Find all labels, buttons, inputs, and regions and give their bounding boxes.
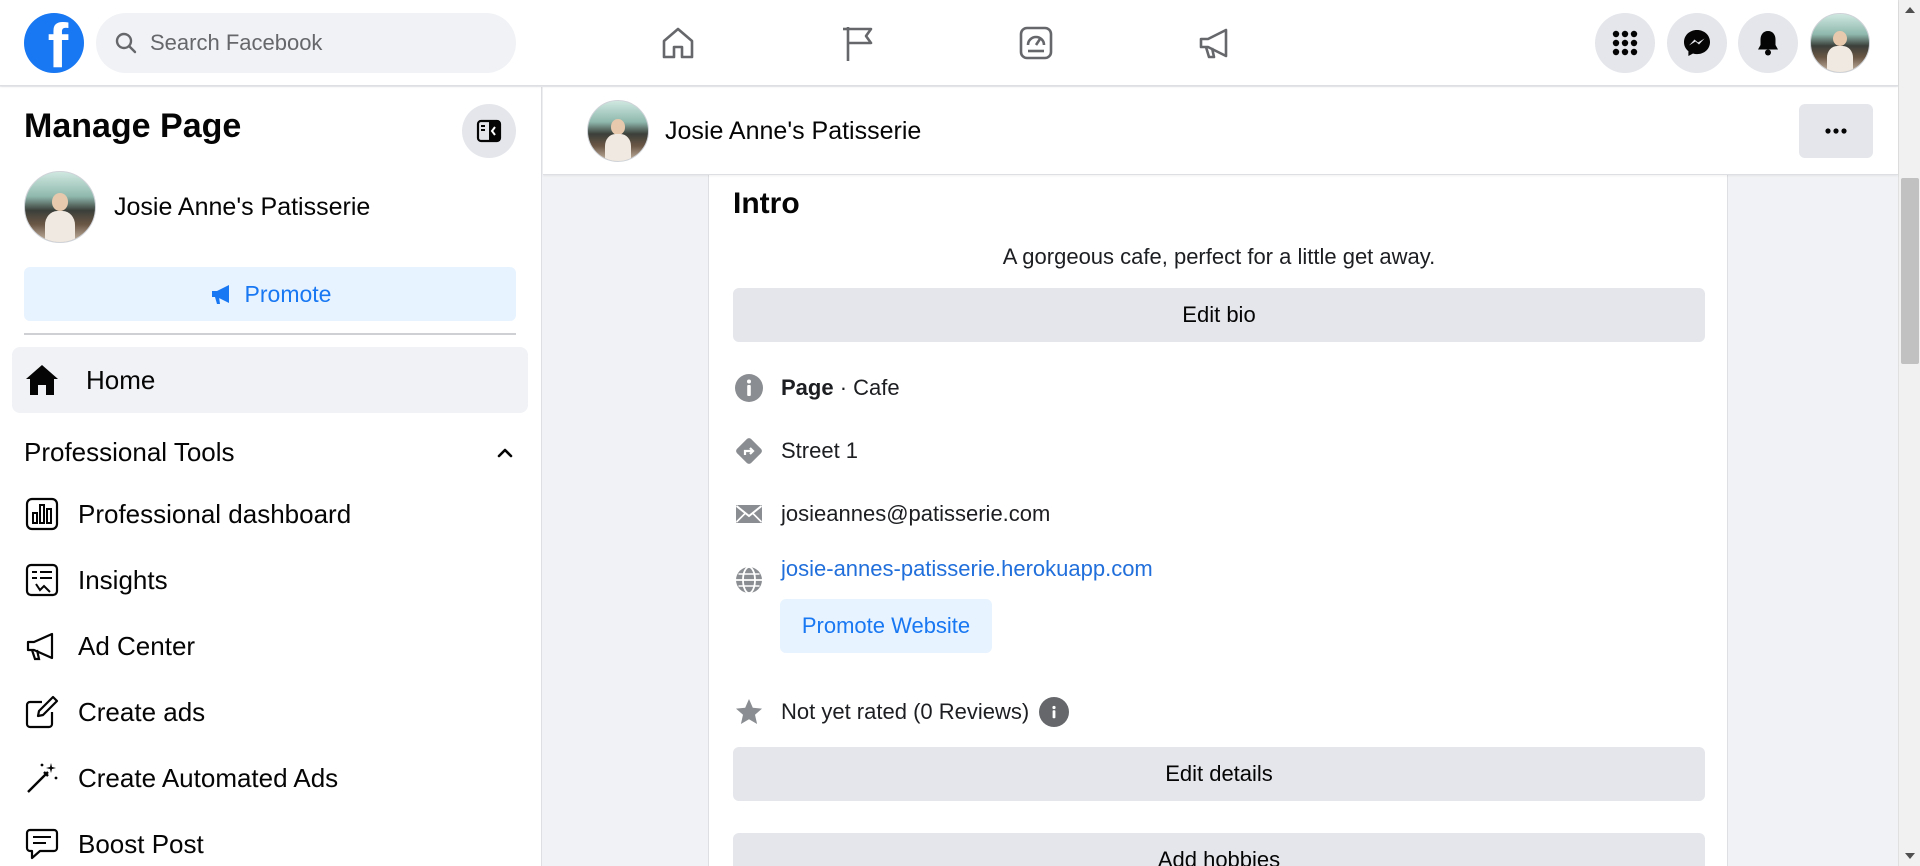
edit-details-label: Edit details — [1165, 761, 1273, 786]
sidebar-item-label: Create ads — [78, 696, 206, 727]
category-separator: · — [833, 375, 854, 400]
add-hobbies-button[interactable]: Add hobbies — [733, 833, 1705, 866]
manage-page-sidebar: Manage Page Josie Anne's Patisserie Prom… — [0, 87, 542, 866]
page-header-avatar[interactable] — [587, 100, 649, 162]
top-navigation-bar: f — [0, 0, 1898, 86]
more-icon — [1825, 128, 1847, 134]
more-options-button[interactable] — [1799, 104, 1873, 158]
home-nav-button[interactable] — [653, 18, 703, 68]
facebook-logo[interactable]: f — [24, 13, 84, 73]
sidebar-divider — [24, 333, 516, 335]
home-icon — [26, 365, 58, 395]
account-avatar[interactable] — [1810, 13, 1870, 73]
insights-icon — [25, 563, 59, 597]
directions-icon — [733, 435, 765, 467]
intro-card: Intro A gorgeous cafe, perfect for a lit… — [708, 160, 1728, 866]
website-link[interactable]: josie-annes-patisserie.herokuapp.com — [781, 556, 1153, 582]
sidebar-item-label: Home — [86, 364, 156, 395]
page-avatar — [24, 171, 96, 243]
scroll-down-arrow[interactable] — [1899, 846, 1920, 866]
info-icon — [733, 372, 765, 404]
sidebar-item-boost-post[interactable]: Boost Post — [24, 819, 204, 866]
promote-website-button[interactable]: Promote Website — [780, 599, 992, 653]
rating-row: Not yet rated (0 Reviews) — [733, 696, 1070, 728]
promote-button[interactable]: Promote — [24, 267, 516, 321]
insights-dashboard-icon — [1019, 26, 1053, 60]
magic-wand-icon — [27, 763, 58, 793]
scroll-up-arrow[interactable] — [1899, 0, 1920, 20]
messenger-icon — [1684, 30, 1710, 56]
star-icon — [733, 696, 765, 728]
promote-website-label: Promote Website — [801, 613, 971, 638]
edit-bio-button[interactable]: Edit bio — [733, 288, 1705, 342]
sidebar-item-insights[interactable]: Insights — [24, 555, 168, 605]
edit-details-button[interactable]: Edit details — [733, 747, 1705, 801]
envelope-icon — [733, 498, 765, 530]
search-input[interactable] — [150, 30, 490, 56]
add-hobbies-label: Add hobbies — [1157, 847, 1281, 866]
rating-info-icon[interactable] — [1039, 697, 1070, 727]
intro-title: Intro — [733, 187, 800, 220]
menu-button[interactable] — [1595, 13, 1655, 73]
sidebar-item-ad-center[interactable]: Ad Center — [24, 621, 195, 671]
page-scrollbar[interactable] — [1898, 0, 1920, 866]
category-value: Cafe — [853, 375, 900, 400]
page-header: Josie Anne's Patisserie — [543, 87, 1898, 175]
sidebar-item-create-automated-ads[interactable]: Create Automated Ads — [24, 753, 338, 803]
megaphone-icon — [211, 285, 229, 304]
address-row: Street 1 — [733, 435, 858, 467]
website-row: josie-annes-patisserie.herokuapp.com — [733, 556, 1153, 596]
scroll-thumb[interactable] — [1901, 178, 1919, 364]
sidebar-item-label: Professional dashboard — [78, 498, 352, 529]
messenger-button[interactable] — [1667, 13, 1727, 73]
rating-text: Not yet rated (0 Reviews) — [781, 699, 1030, 724]
collapse-sidebar-button[interactable] — [462, 104, 516, 158]
search-box[interactable] — [96, 13, 516, 73]
sidebar-toggle-icon — [476, 119, 502, 143]
megaphone-icon — [26, 632, 54, 661]
sidebar-item-home[interactable]: Home — [12, 347, 528, 413]
address-text: Street 1 — [781, 438, 859, 463]
sidebar-item-professional-dashboard[interactable]: Professional dashboard — [24, 489, 351, 539]
page-category-row: Page · Cafe — [733, 372, 900, 404]
sidebar-item-label: Create Automated Ads — [78, 762, 339, 793]
category-prefix: Page — [781, 375, 834, 400]
page-bio: A gorgeous cafe, perfect for a little ge… — [1002, 244, 1436, 269]
edit-bio-label: Edit bio — [1182, 302, 1256, 327]
sidebar-page-name: Josie Anne's Patisserie — [114, 192, 371, 221]
section-label: Professional Tools — [24, 437, 235, 467]
email-row: josieannes@patisserie.com — [733, 498, 1050, 530]
sidebar-title: Manage Page — [24, 107, 242, 145]
menu-grid-icon — [1612, 30, 1638, 56]
sidebar-item-label: Ad Center — [78, 630, 196, 661]
edit-icon — [25, 695, 59, 729]
sidebar-item-label: Boost Post — [78, 828, 204, 859]
email-text[interactable]: josieannes@patisserie.com — [781, 501, 1050, 527]
bell-icon — [1758, 31, 1778, 56]
sidebar-item-label: Insights — [78, 564, 168, 595]
globe-icon — [733, 564, 765, 596]
chevron-up-icon — [497, 448, 513, 457]
search-icon — [115, 32, 137, 54]
dashboard-nav-button[interactable] — [1011, 18, 1061, 68]
page-header-name[interactable]: Josie Anne's Patisserie — [665, 117, 921, 146]
boost-post-icon — [25, 828, 59, 860]
sidebar-page-profile[interactable]: Josie Anne's Patisserie — [24, 171, 370, 243]
megaphone-icon — [1199, 28, 1228, 59]
notifications-button[interactable] — [1738, 13, 1798, 73]
promote-label: Promote — [244, 280, 332, 307]
sidebar-item-create-ads[interactable]: Create ads — [24, 687, 205, 737]
professional-tools-header[interactable]: Professional Tools — [24, 437, 516, 468]
dashboard-icon — [25, 497, 59, 531]
home-icon — [662, 27, 694, 59]
ad-center-nav-button[interactable] — [1191, 18, 1241, 68]
pages-nav-button[interactable] — [834, 18, 884, 68]
flag-icon — [843, 27, 873, 61]
